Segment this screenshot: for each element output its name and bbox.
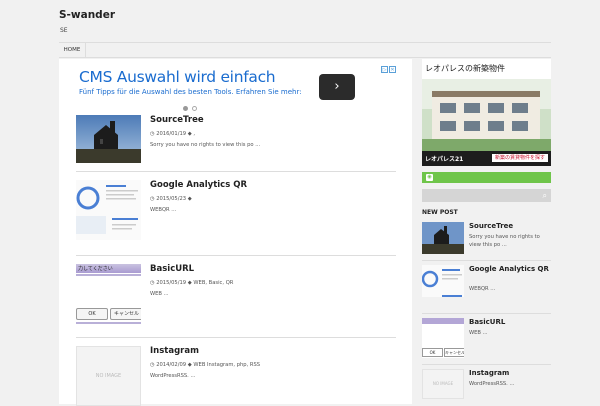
post-date: 2015/05/19 xyxy=(156,280,187,286)
post-excerpt: Sorry you have no rights to view this po… xyxy=(150,142,261,148)
sidebar-post-thumbnail[interactable] xyxy=(422,222,464,254)
no-image-label: NO IMAGE xyxy=(432,381,454,386)
church-image xyxy=(76,115,141,163)
tag-icon: ◆ xyxy=(187,280,192,286)
sidebar-ad-button[interactable]: 新築の賃貸物件を探す xyxy=(491,154,548,162)
search-bar[interactable]: ⌕ xyxy=(422,189,551,202)
sidebar-ad-logo: レオパレス21 xyxy=(425,156,464,163)
new-post-heading: NEW POST xyxy=(422,209,458,216)
no-image-label: NO IMAGE xyxy=(95,373,122,379)
sidebar-post-title[interactable]: BasicURL xyxy=(469,318,551,327)
sidebar-post-thumbnail[interactable] xyxy=(422,265,464,297)
ad-title[interactable]: CMS Auswahl wird einfach xyxy=(79,68,276,86)
dialog-cancel-button: キャンセル xyxy=(444,348,464,357)
post-date: 2014/02/09 xyxy=(156,362,187,368)
post-tags[interactable]: , xyxy=(193,131,195,137)
dialog-bar xyxy=(76,274,141,276)
sidebar-post-thumbnail[interactable]: NO IMAGE xyxy=(422,369,464,399)
post-tags[interactable]: WEB, Basic, QR xyxy=(193,280,233,286)
search-icon[interactable]: ⌕ xyxy=(543,191,547,201)
post-excerpt: WEB ... xyxy=(150,291,169,297)
post-thumbnail[interactable] xyxy=(76,180,141,240)
church-image xyxy=(422,222,464,254)
post-excerpt: WEBQR ... xyxy=(150,207,177,213)
analytics-screenshot-image xyxy=(76,180,141,240)
divider xyxy=(76,171,396,172)
sidebar-post-title[interactable]: SourceTree xyxy=(469,222,551,231)
divider xyxy=(76,337,396,338)
tag-icon: ◆ xyxy=(187,362,192,368)
main-content: CMS Auswahl wird einfach Fünf Tipps für … xyxy=(59,59,412,406)
post-thumbnail[interactable]: 力してください OK キャンセル xyxy=(76,264,141,328)
post-meta: ◷ 2015/05/23 ◆ xyxy=(150,196,192,202)
sidebar-post-excerpt: Sorry you have no rights to view this po… xyxy=(469,234,540,248)
nav-home[interactable]: HOME xyxy=(59,43,86,57)
ad-arrow-button[interactable]: › xyxy=(319,74,355,100)
sidebar-post-excerpt: WordPressRSS. ... xyxy=(469,381,515,387)
post-title[interactable]: Google Analytics QR xyxy=(150,180,247,190)
post-title[interactable]: Instagram xyxy=(150,346,199,356)
apartment-image xyxy=(422,79,551,151)
sidebar-post-excerpt: WEB ... xyxy=(469,330,488,336)
dialog-prompt-text: 力してください xyxy=(78,266,113,272)
ad-close-icon[interactable]: ✕ xyxy=(389,66,396,73)
ad-banner[interactable]: CMS Auswahl wird einfach Fünf Tipps für … xyxy=(76,66,396,112)
tag-icon: ◆ xyxy=(187,196,192,202)
post-thumbnail[interactable] xyxy=(76,115,141,163)
post-title[interactable]: BasicURL xyxy=(150,264,194,274)
dialog-footer-bar xyxy=(76,322,141,324)
post-meta: ◷ 2015/05/19 ◆ WEB, Basic, QR xyxy=(150,280,234,286)
post-title[interactable]: SourceTree xyxy=(150,115,204,125)
sidebar-post-excerpt: WEBQR ... xyxy=(469,286,496,292)
post-meta: ◷ 2014/02/09 ◆ WEB Instagram, php, RSS xyxy=(150,362,261,368)
post-excerpt: WordPressRSS. ... xyxy=(150,373,196,379)
divider xyxy=(422,313,551,314)
rss-bar[interactable]: ◉ xyxy=(422,172,551,183)
site-title[interactable]: S-wander xyxy=(59,9,115,21)
post-tags[interactable]: WEB Instagram, php, RSS xyxy=(193,362,260,368)
sidebar-ad[interactable]: レオパレスの新築物件 レオパレス21 新築の賃貸物件を探す xyxy=(422,59,551,166)
dialog-ok-button: OK xyxy=(76,308,108,320)
ad-dot[interactable] xyxy=(192,106,197,111)
dialog-cancel-button: キャンセル xyxy=(110,308,141,320)
ad-dot-active[interactable] xyxy=(183,106,188,111)
sidebar-ad-footer: レオパレス21 新築の賃貸物件を探す xyxy=(422,151,551,166)
divider xyxy=(76,255,396,256)
post-date: 2015/05/23 xyxy=(156,196,187,202)
post-date: 2016/01/19 xyxy=(156,131,187,137)
site-description: SE xyxy=(60,27,68,34)
analytics-screenshot-image xyxy=(422,265,464,297)
dialog-ok-button: OK xyxy=(422,348,443,357)
divider xyxy=(422,260,551,261)
post-meta: ◷ 2016/01/19 ◆ , xyxy=(150,131,196,137)
rss-icon[interactable]: ◉ xyxy=(426,174,433,181)
tag-icon: ◆ xyxy=(187,131,192,137)
main-nav: HOME xyxy=(59,42,551,58)
sidebar-ad-headline[interactable]: レオパレスの新築物件 xyxy=(422,59,551,79)
sidebar-post-thumbnail[interactable]: OK キャンセル xyxy=(422,318,464,358)
ad-subtitle[interactable]: Fünf Tipps für die Auswahl des besten To… xyxy=(79,88,302,96)
sidebar-post-title[interactable]: Instagram xyxy=(469,369,551,378)
post-thumbnail[interactable]: NO IMAGE xyxy=(76,346,141,406)
divider xyxy=(422,364,551,365)
dialog-titlebar xyxy=(422,318,464,324)
sidebar-post-title[interactable]: Google Analytics QR xyxy=(469,265,551,274)
ad-info-icon[interactable]: ▷ xyxy=(381,66,388,73)
